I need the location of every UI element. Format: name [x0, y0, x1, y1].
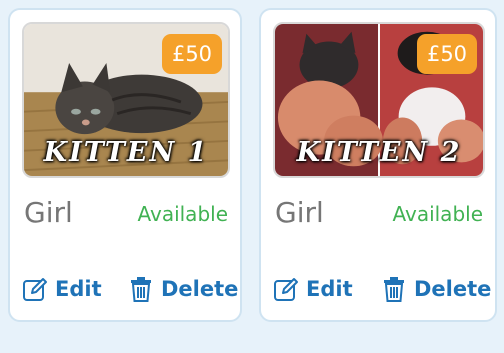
availability-status: Available — [137, 202, 228, 226]
gender-label: Girl — [275, 196, 324, 229]
kitten-card: £50 KITTEN 1 Girl Available Edit Delete — [8, 8, 242, 322]
edit-label: Edit — [55, 277, 102, 301]
gender-label: Girl — [24, 196, 73, 229]
edit-button[interactable]: Edit — [22, 274, 102, 304]
pencil-edit-icon — [274, 278, 298, 301]
trash-icon — [131, 277, 151, 302]
edit-label: Edit — [306, 277, 353, 301]
kitten-photo[interactable]: £50 KITTEN 1 — [22, 22, 230, 178]
kitten-name-caption: KITTEN 1 — [43, 137, 209, 168]
delete-label: Delete — [161, 277, 239, 301]
pencil-edit-icon — [23, 278, 47, 301]
price-badge: £50 — [417, 34, 477, 74]
delete-button[interactable]: Delete — [128, 274, 238, 304]
kitten-name-caption: KITTEN 2 — [296, 137, 462, 168]
availability-status: Available — [392, 202, 483, 226]
delete-button[interactable]: Delete — [381, 274, 491, 304]
price-badge: £50 — [162, 34, 222, 74]
kitten-photo[interactable]: £50 KITTEN 2 — [273, 22, 485, 178]
kitten-card: £50 KITTEN 2 Girl Available Edit Delete — [259, 8, 497, 322]
edit-button[interactable]: Edit — [273, 274, 353, 304]
trash-icon — [384, 277, 404, 302]
delete-label: Delete — [414, 277, 492, 301]
